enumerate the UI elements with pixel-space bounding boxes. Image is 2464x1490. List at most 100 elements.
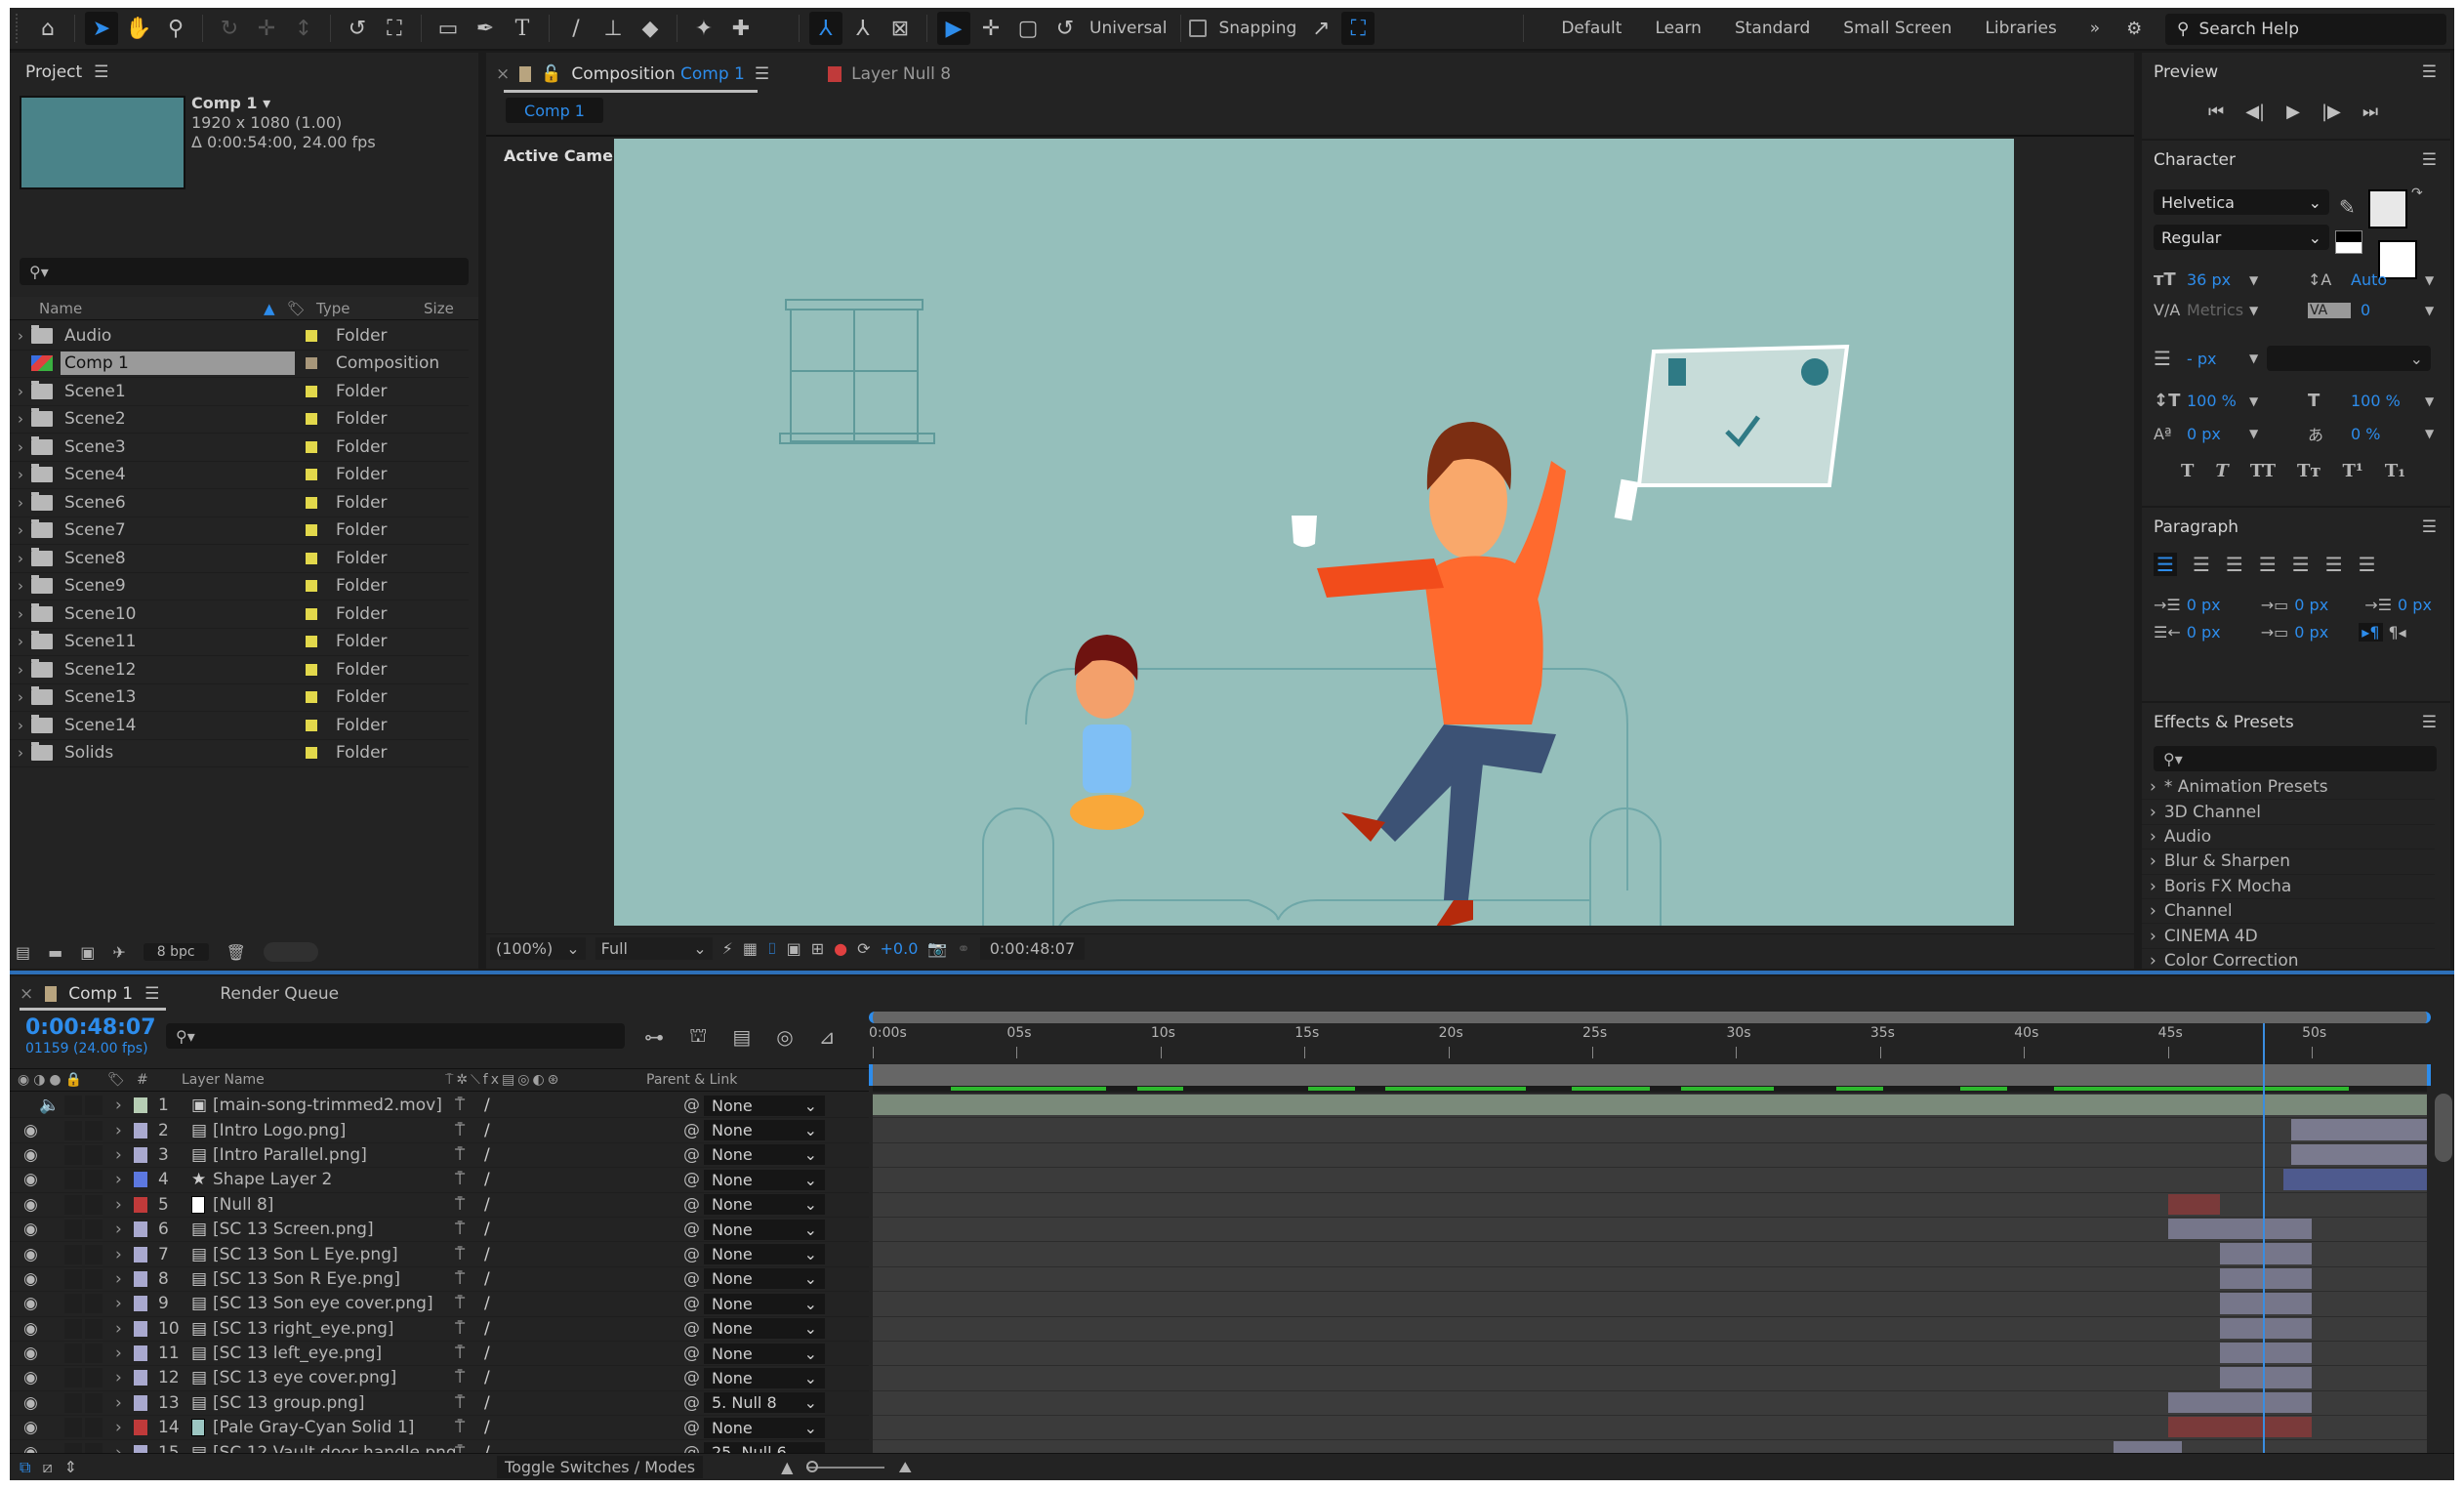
layer-name[interactable]: [SC 13 left_eye.png] [213, 1344, 455, 1363]
work-area-bar[interactable] [869, 1064, 2431, 1086]
workspace-default[interactable]: Default [1561, 19, 1622, 38]
layer-name[interactable]: [Pale Gray-Cyan Solid 1] [213, 1418, 455, 1437]
graph-editor-icon[interactable]: ⊿ [819, 1025, 836, 1049]
character-title[interactable]: Character [2154, 150, 2236, 170]
justify-left-icon[interactable]: ☰ [2259, 553, 2277, 576]
parent-dropdown[interactable]: None ⌄ [704, 1293, 825, 1314]
quality-switch-icon[interactable]: / [484, 1245, 513, 1264]
label-color-swatch[interactable] [133, 1221, 148, 1239]
layer-duration-bar[interactable] [2291, 1119, 2427, 1140]
label-column-icon[interactable]: 🏷 [287, 300, 316, 317]
visibility-eye-icon[interactable]: ◉ [23, 1418, 49, 1437]
effects-category[interactable]: › * Animation Presets [2142, 775, 2435, 801]
layer-name[interactable]: [SC 13 Son R Eye.png] [213, 1269, 455, 1289]
expand-chevron-icon[interactable]: › [10, 688, 31, 706]
horizontal-scale-value[interactable]: 100 % [2351, 392, 2425, 410]
label-color-swatch[interactable] [305, 328, 318, 343]
dropdown-arrow-icon[interactable]: ▼ [2249, 273, 2308, 287]
solo-switch[interactable] [64, 1194, 82, 1215]
layer-row[interactable]: ◉ › 5 [Null 8] ⍑ / @ None ⌄ [10, 1193, 869, 1218]
quality-switch-icon[interactable]: / [484, 1418, 513, 1437]
expand-chevron-icon[interactable]: › [10, 410, 31, 428]
shy-switch-icon[interactable]: ⍑ [455, 1121, 484, 1140]
dropdown-arrow-icon[interactable]: ▼ [2425, 304, 2434, 317]
paragraph-title[interactable]: Paragraph [2154, 517, 2238, 537]
lock-switch[interactable] [85, 1418, 103, 1438]
lock-switch[interactable] [85, 1244, 103, 1264]
pick-whip-icon[interactable]: @ [683, 1220, 700, 1239]
scale-gizmo-icon[interactable]: ▢ [1011, 12, 1045, 45]
view-axis-icon[interactable]: ⊠ [883, 12, 917, 45]
label-color-swatch[interactable] [305, 746, 318, 761]
tsume-value[interactable]: 0 % [2351, 425, 2425, 443]
layer-name[interactable]: [main-song-trimmed2.mov] [213, 1096, 455, 1115]
layer-row[interactable]: ◉ › 10 ▤ [SC 13 right_eye.png] ⍑ / @ None ⌄ [10, 1317, 869, 1342]
first-line-indent-value[interactable]: 0 px [2398, 596, 2432, 614]
project-title[interactable]: Project [25, 62, 82, 82]
dropdown-arrow-icon[interactable]: ▼ [2249, 304, 2308, 317]
expand-chevron-icon[interactable]: › [115, 1170, 133, 1189]
layer-duration-bar[interactable] [2167, 1417, 2313, 1438]
solo-switch[interactable] [64, 1418, 82, 1438]
sort-ascending-icon[interactable]: ▲ [264, 300, 287, 317]
shy-switch-icon[interactable]: ⍑ [455, 1269, 484, 1289]
align-center-icon[interactable]: ☰ [2193, 553, 2210, 576]
solo-switch[interactable] [64, 1368, 82, 1388]
effects-search-input[interactable]: ⚲▾ [2154, 746, 2437, 771]
parent-dropdown[interactable]: None ⌄ [704, 1268, 825, 1290]
rotate-gizmo-icon[interactable]: ↺ [1048, 12, 1082, 45]
layer-name[interactable]: [SC 13 Son L Eye.png] [213, 1245, 455, 1264]
column-type[interactable]: Type [316, 300, 424, 317]
composition-viewer[interactable] [614, 139, 2014, 926]
column-name[interactable]: Name [39, 300, 264, 317]
layer-duration-bar[interactable] [2167, 1218, 2313, 1240]
toggle-switches-modes-button[interactable]: Toggle Switches / Modes [497, 1456, 704, 1478]
expand-chevron-icon[interactable]: › [10, 521, 31, 539]
layer-name[interactable]: [Intro Parallel.png] [213, 1145, 455, 1165]
tracking-value[interactable]: 0 [2351, 301, 2425, 319]
layer-name[interactable]: [SC 13 Son eye cover.png] [213, 1294, 455, 1313]
label-color-swatch[interactable] [305, 468, 318, 482]
trash-icon[interactable]: 🗑 [226, 943, 246, 962]
expand-chevron-icon[interactable]: › [115, 1145, 133, 1165]
snap-options-icon[interactable]: ↗ [1304, 12, 1337, 45]
lock-switch[interactable] [85, 1144, 103, 1165]
space-before-value[interactable]: 0 px [2294, 596, 2359, 614]
expand-chevron-icon[interactable]: › [115, 1368, 133, 1387]
label-color-swatch[interactable] [305, 356, 318, 371]
label-color-swatch[interactable] [133, 1195, 148, 1214]
visibility-eye-icon[interactable]: ◉ [23, 1170, 49, 1189]
layer-duration-bar[interactable] [2291, 1143, 2427, 1166]
pick-whip-icon[interactable]: @ [683, 1096, 700, 1115]
current-time-display[interactable]: 0:00:48:07 [25, 1015, 156, 1040]
label-color-swatch[interactable] [305, 495, 318, 510]
project-item[interactable]: › Scene9 Folder [10, 573, 469, 600]
label-color-swatch[interactable] [133, 1245, 148, 1263]
visibility-eye-icon[interactable]: ◉ [23, 1220, 49, 1239]
parent-dropdown[interactable]: None ⌄ [704, 1194, 825, 1216]
quality-switch-icon[interactable]: / [484, 1145, 513, 1165]
expand-icon[interactable]: ⛶ [1341, 12, 1376, 45]
dropdown-arrow-icon[interactable]: ▼ [2249, 394, 2308, 408]
lock-switch[interactable] [85, 1194, 103, 1215]
shy-switch-icon[interactable]: ⍑ [455, 1245, 484, 1264]
type-tool-icon[interactable]: T [506, 12, 539, 45]
shy-switch-icon[interactable]: ⍑ [455, 1220, 484, 1239]
label-color-swatch[interactable] [305, 662, 318, 677]
solo-switch[interactable] [64, 1144, 82, 1165]
brush-tool-icon[interactable]: / [559, 12, 593, 45]
label-color-swatch[interactable] [305, 412, 318, 427]
zoom-out-icon[interactable]: ▲ [781, 1458, 793, 1476]
project-item[interactable]: › Scene10 Folder [10, 600, 469, 629]
parent-dropdown[interactable]: None ⌄ [704, 1144, 825, 1166]
clone-stamp-icon[interactable]: ⊥ [596, 12, 630, 45]
quality-switch-icon[interactable]: / [484, 1294, 513, 1313]
mask-visibility-icon[interactable]: ⌷ [767, 939, 777, 959]
expand-chevron-icon[interactable]: › [10, 466, 31, 483]
frame-blending-icon[interactable]: ▤ [732, 1025, 751, 1049]
quality-switch-icon[interactable]: / [484, 1220, 513, 1239]
project-item[interactable]: › Audio Folder [10, 322, 469, 351]
visibility-eye-icon[interactable]: ◉ [23, 1245, 49, 1264]
visibility-eye-icon[interactable]: ◉ [23, 1344, 49, 1363]
layer-tab[interactable]: Layer Null 8 [851, 64, 951, 84]
